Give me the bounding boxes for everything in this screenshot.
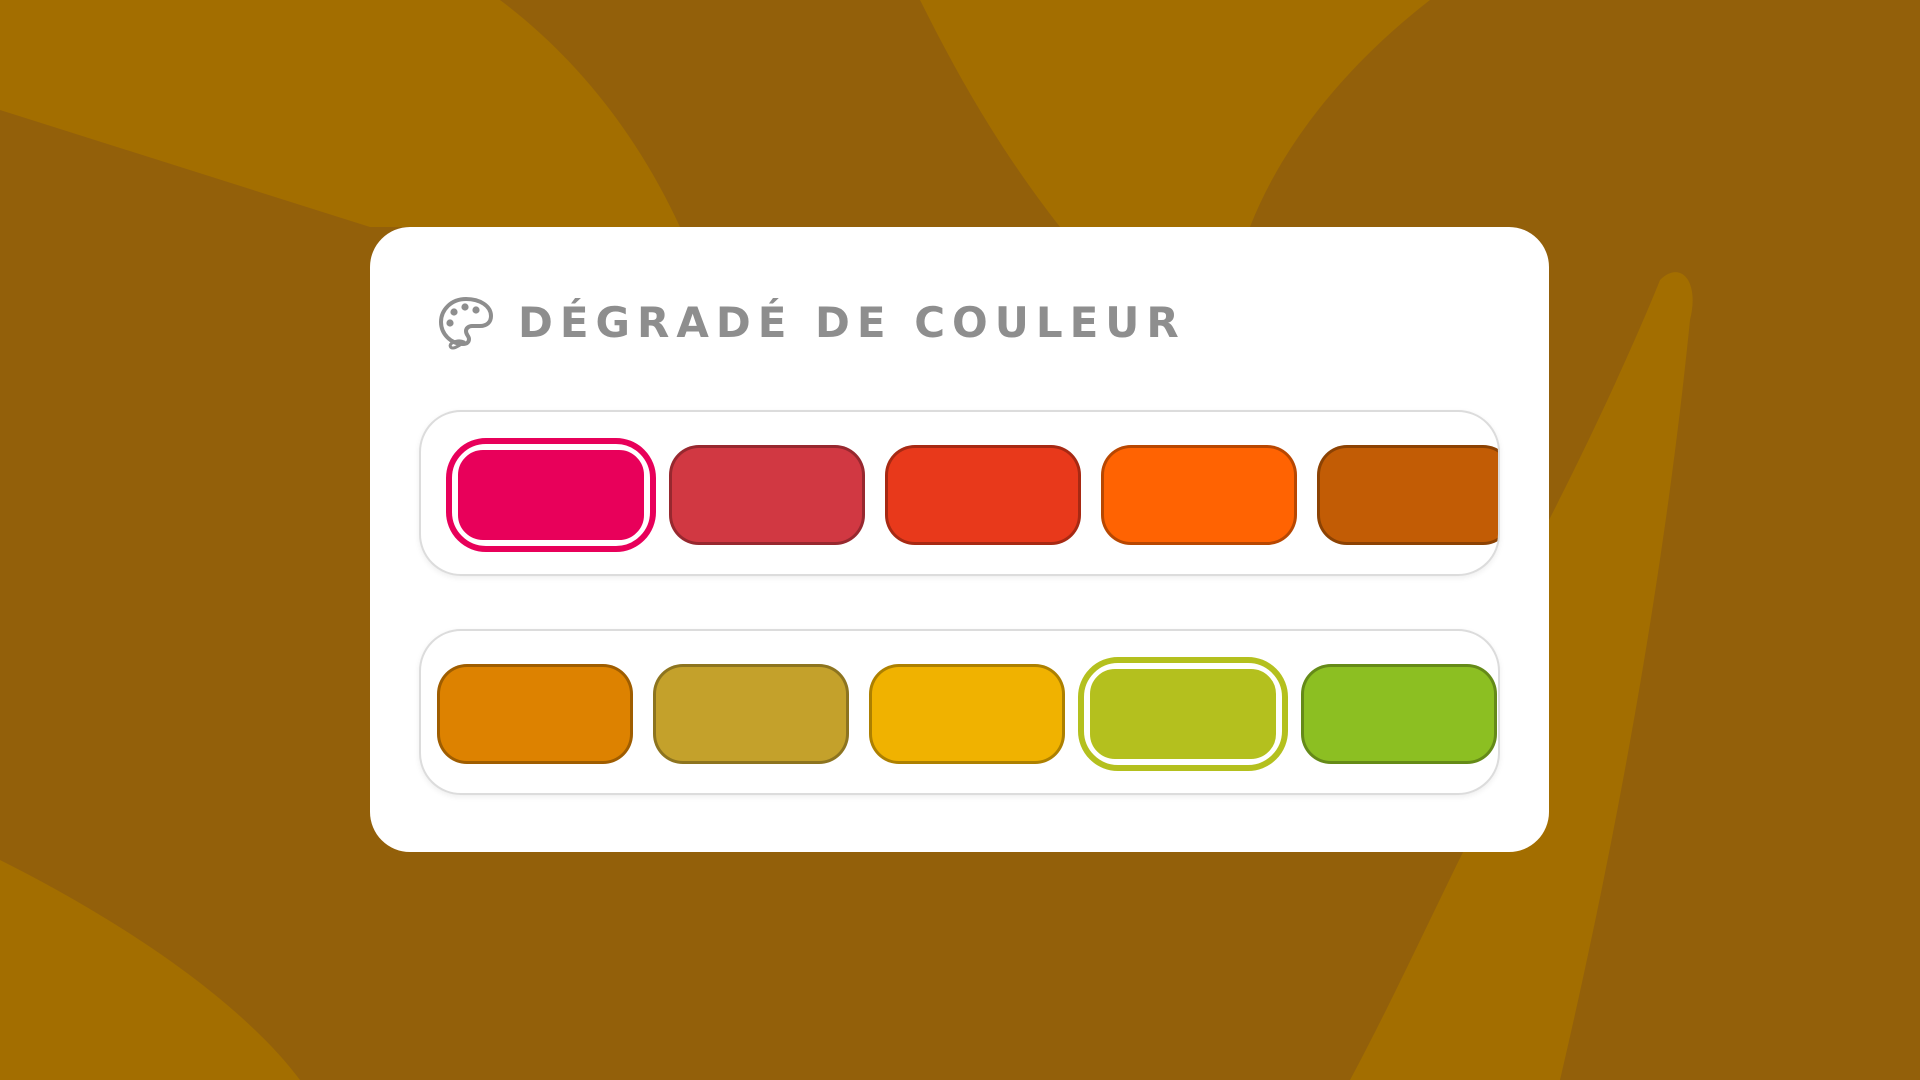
swatch-row-2 [419, 629, 1500, 795]
swatch-row-1 [419, 410, 1500, 576]
color-swatch[interactable] [669, 445, 865, 545]
palette-icon [439, 297, 493, 350]
panel-header: DÉGRADÉ DE COULEUR [436, 293, 1186, 353]
color-swatch[interactable] [869, 664, 1065, 764]
color-swatch[interactable] [1317, 445, 1498, 545]
color-swatch[interactable] [1301, 664, 1497, 764]
panel-title: DÉGRADÉ DE COULEUR [518, 298, 1186, 347]
color-swatch-selected[interactable] [446, 438, 656, 552]
color-swatch[interactable] [653, 664, 849, 764]
color-swatch-selected[interactable] [1078, 657, 1288, 771]
color-swatch[interactable] [437, 664, 633, 764]
swatch-list [421, 412, 1498, 574]
color-gradient-panel: DÉGRADÉ DE COULEUR [370, 227, 1549, 852]
color-swatch[interactable] [1101, 445, 1297, 545]
color-swatch[interactable] [885, 445, 1081, 545]
swatch-list [421, 631, 1498, 793]
